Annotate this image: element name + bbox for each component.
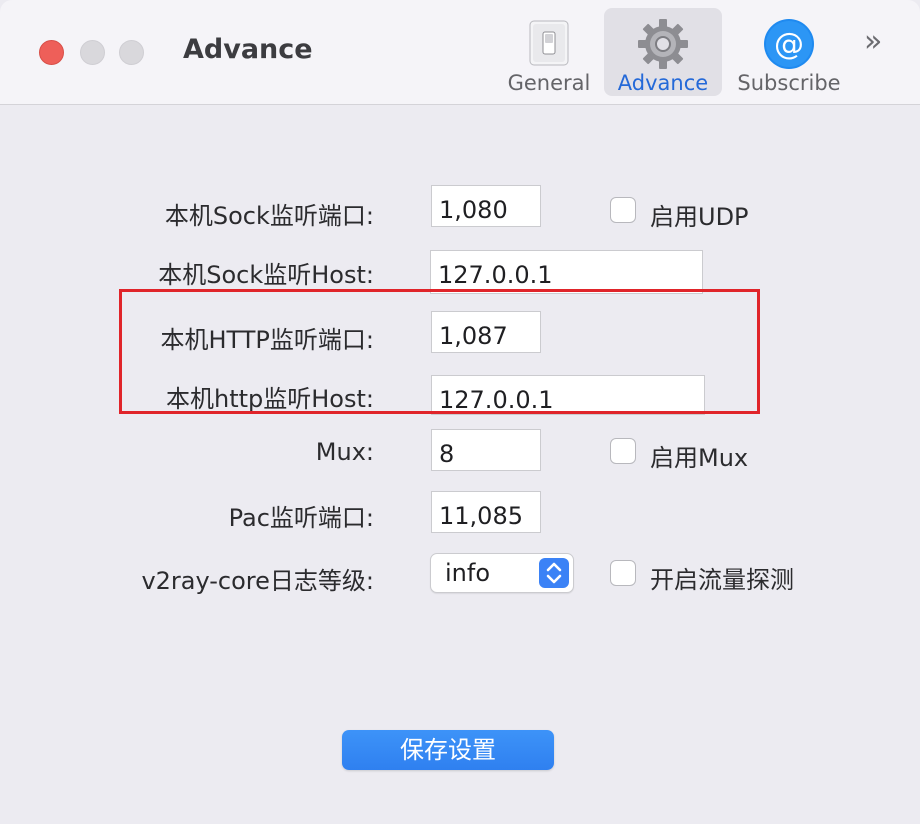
socks-host-label: 本机Sock监听Host: bbox=[158, 261, 374, 289]
svg-text:@: @ bbox=[774, 27, 804, 62]
updown-chevron-icon bbox=[539, 558, 569, 588]
switch-icon bbox=[521, 16, 577, 72]
log-level-value: info bbox=[445, 559, 491, 587]
title-bar: Advance General Advance @ Subscribe » bbox=[0, 0, 920, 105]
udp-checkbox[interactable] bbox=[610, 197, 636, 223]
toolbar-overflow-chevron-icon[interactable]: » bbox=[864, 24, 882, 59]
log-level-select[interactable]: info bbox=[430, 553, 574, 593]
socks-host-input[interactable]: 127.0.0.1 bbox=[430, 250, 703, 294]
at-sign-icon: @ bbox=[761, 16, 817, 72]
toolbar-advance-label: Advance bbox=[617, 71, 709, 95]
pac-port-input[interactable]: 11,085 bbox=[431, 491, 541, 533]
toolbar-general-label: General bbox=[507, 71, 591, 95]
udp-checkbox-label: 启用UDP bbox=[650, 203, 749, 231]
preferences-window: Advance General Advance @ Subscribe » 本机… bbox=[0, 0, 920, 824]
close-window-button[interactable] bbox=[39, 40, 64, 65]
gear-icon bbox=[635, 16, 691, 72]
toolbar-advance-tab[interactable]: Advance bbox=[604, 8, 722, 96]
toolbar-general-tab[interactable]: General bbox=[498, 8, 600, 96]
traffic-detect-checkbox[interactable] bbox=[610, 560, 636, 586]
toolbar-subscribe-label: Subscribe bbox=[737, 71, 841, 95]
pac-port-label: Pac监听端口: bbox=[228, 504, 374, 532]
mux-enable-label: 启用Mux bbox=[650, 444, 749, 472]
socks-port-input[interactable]: 1,080 bbox=[431, 185, 541, 227]
mux-input[interactable]: 8 bbox=[431, 429, 541, 471]
traffic-detect-label: 开启流量探测 bbox=[650, 566, 794, 594]
minimize-window-button[interactable] bbox=[80, 40, 105, 65]
mux-enable-checkbox[interactable] bbox=[610, 438, 636, 464]
highlight-box bbox=[119, 289, 760, 414]
save-settings-button[interactable]: 保存设置 bbox=[342, 730, 554, 770]
mux-label: Mux: bbox=[315, 438, 374, 466]
maximize-window-button[interactable] bbox=[119, 40, 144, 65]
log-level-label: v2ray-core日志等级: bbox=[141, 567, 374, 595]
window-title: Advance bbox=[183, 34, 313, 65]
socks-port-label: 本机Sock监听端口: bbox=[164, 202, 374, 230]
toolbar-subscribe-tab[interactable]: @ Subscribe bbox=[726, 8, 852, 96]
